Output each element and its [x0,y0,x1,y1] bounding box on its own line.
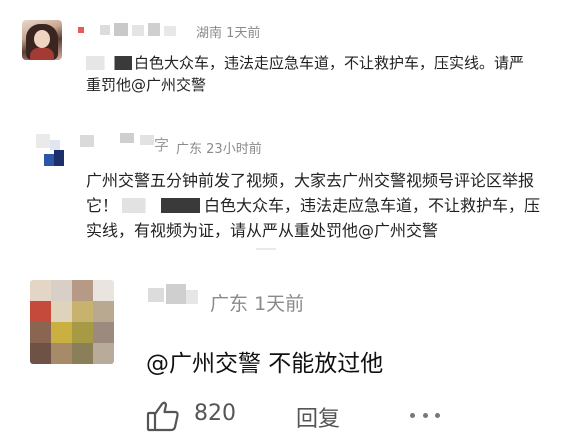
comment-text: 广州交警五分钟前发了视频，大家去广州交警视频号评论区举报它！ 白色大众车，违法走应… [86,171,541,240]
more-dots-icon[interactable] [410,404,440,426]
username-blurred[interactable] [78,23,190,37]
avatar[interactable] [22,20,62,60]
redacted-text [86,56,132,70]
avatar[interactable] [30,280,114,364]
comment-time: 23小时前 [206,142,262,157]
redacted-text [122,198,201,213]
divider [256,248,276,250]
comment-time: 1天前 [226,26,261,41]
username-blurred[interactable]: 字 [80,133,170,154]
comment-time: 1天前 [254,293,305,315]
comment-meta: 湖南 1天前 [196,22,260,41]
thumbs-up-icon[interactable] [146,400,180,432]
comment-meta: 广东 23小时前 [176,138,262,157]
comment-text: 白色大众车，违法走应急车道，不让救护车，压实线。请严重罚他@广州交警 [86,54,525,94]
comment-location: 广东 [176,142,203,157]
username-tail: 字 [154,136,170,154]
like-count: 820 [194,401,236,426]
comment-meta: 广东 1天前 [210,289,304,316]
username-blurred[interactable] [148,282,200,308]
comment-location: 湖南 [196,26,223,41]
comment-text: @广州交警 不能放过他 [146,351,384,377]
reply-button[interactable]: 回复 [296,401,340,433]
comment-location: 广东 [210,293,249,315]
avatar[interactable] [30,130,70,170]
